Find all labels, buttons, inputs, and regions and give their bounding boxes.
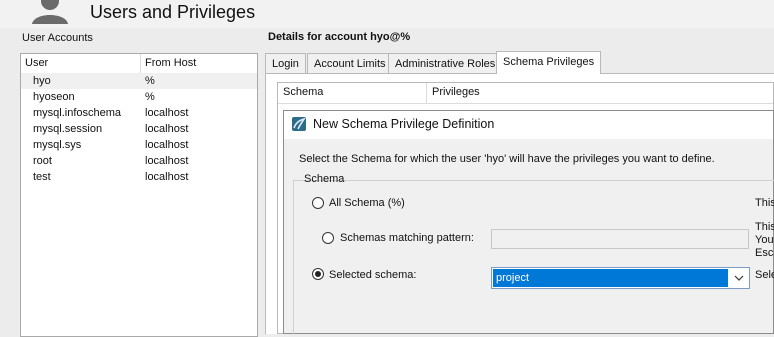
radio-schemas-matching-pattern[interactable] [322,232,334,244]
dialog-title: New Schema Privilege Definition [313,117,495,131]
page-header: Users and Privileges [0,0,774,28]
column-header-from-host[interactable]: From Host [145,57,196,69]
account-row[interactable]: root localhost [21,153,257,169]
user-accounts-list[interactable]: User From Host hyo % hyoseon % mysql.inf… [20,53,258,337]
selected-schema-dropdown[interactable]: project [491,267,750,289]
account-row[interactable]: mysql.session localhost [21,121,257,137]
account-host: localhost [145,139,189,151]
details-title: Details for account hyo@% [268,31,411,43]
account-user: mysql.infoschema [33,107,122,119]
tab-schema-privileges[interactable]: Schema Privileges [496,51,602,74]
chevron-down-icon[interactable] [732,271,746,285]
option-hint-text: This [755,197,774,209]
account-host: localhost [145,155,189,167]
option-hint-text: Esca [755,247,774,259]
column-header-schema[interactable]: Schema [283,86,323,98]
page-title: Users and Privileges [90,2,256,22]
user-silhouette-icon [32,0,68,24]
radio-selected-schema[interactable] [312,268,324,280]
account-row[interactable]: hyoseon % [21,89,257,105]
account-row[interactable]: test localhost [21,169,257,185]
tab-account-limits[interactable]: Account Limits [307,53,393,73]
account-user: test [33,171,51,183]
workbench-dolphin-icon [292,117,306,131]
column-divider[interactable] [426,83,427,103]
tab-login[interactable]: Login [265,53,306,73]
selected-schema-value: project [493,269,728,287]
account-host: % [145,91,155,103]
account-row[interactable]: hyo % [21,73,257,89]
radio-selected-schema-label[interactable]: Selected schema: [329,269,416,281]
option-hint-text: Sele [755,269,774,281]
radio-all-schema[interactable] [312,197,324,209]
account-user: mysql.session [33,123,103,135]
schema-privileges-header: Schema Privileges [278,83,773,104]
schema-group-label: Schema [304,173,345,185]
column-header-privileges[interactable]: Privileges [432,86,480,98]
account-user: root [33,155,52,167]
radio-all-schema-label[interactable]: All Schema (%) [329,197,405,209]
account-row[interactable]: mysql.infoschema localhost [21,105,257,121]
tab-administrative-roles[interactable]: Administrative Roles [388,53,503,73]
radio-schemas-matching-pattern-label[interactable]: Schemas matching pattern: [340,232,474,244]
account-user: hyoseon [33,91,75,103]
account-host: % [145,75,155,87]
option-hint-text: You [755,234,774,246]
user-accounts-header: User From Host [21,54,257,74]
new-schema-privilege-dialog: New Schema Privilege Definition Select t… [283,110,774,335]
account-host: localhost [145,107,189,119]
dialog-titlebar[interactable]: New Schema Privilege Definition [284,111,773,139]
column-header-user[interactable]: User [25,57,48,69]
account-row[interactable]: mysql.sys localhost [21,137,257,153]
column-divider[interactable] [140,54,141,73]
user-accounts-label: User Accounts [22,32,93,44]
radio-selected-dot [315,271,321,277]
dialog-description: Select the Schema for which the user 'hy… [299,153,715,165]
account-user: mysql.sys [33,139,82,151]
account-host: localhost [145,123,189,135]
account-host: localhost [145,171,189,183]
schema-pattern-input[interactable] [491,229,749,249]
option-hint-text: This [755,221,774,233]
account-user: hyo [33,75,51,87]
